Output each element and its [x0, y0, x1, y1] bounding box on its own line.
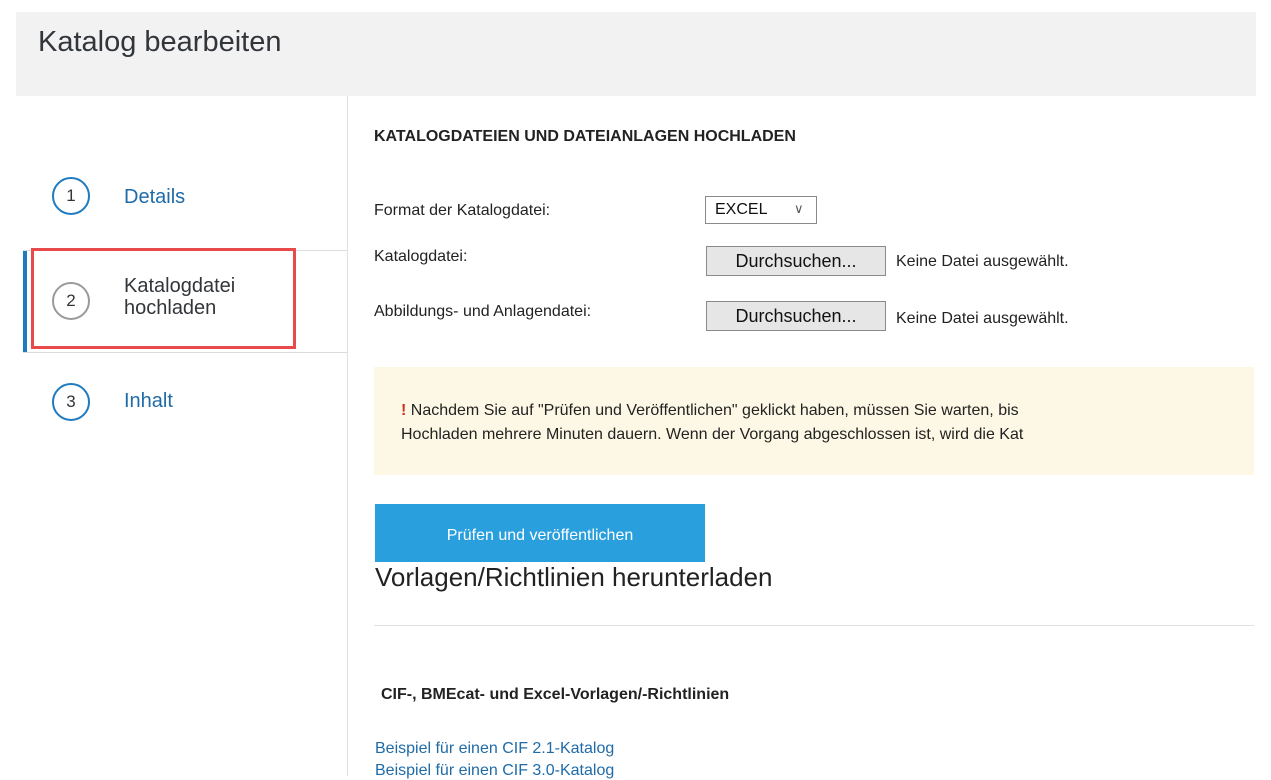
- chevron-down-icon: ∨: [794, 201, 804, 216]
- notice-line2: Hochladen mehrere Minuten dauern. Wenn d…: [401, 426, 1024, 443]
- attachments-browse-button[interactable]: Durchsuchen...: [706, 301, 886, 331]
- section-divider: [374, 625, 1254, 626]
- page-header: Katalog bearbeiten: [16, 12, 1256, 96]
- info-notice: ! Nachdem Sie auf "Prüfen und Veröffentl…: [374, 367, 1254, 475]
- step-content[interactable]: 3 Inhalt: [23, 352, 347, 452]
- cif21-example-link[interactable]: Beispiel für einen CIF 2.1-Katalog: [375, 740, 614, 758]
- publish-button[interactable]: Prüfen und veröffentlichen: [375, 504, 705, 562]
- catalog-file-label: Katalogdatei:: [374, 248, 468, 265]
- active-step-indicator: [23, 251, 27, 352]
- step-label: Inhalt: [124, 390, 173, 412]
- cif30-example-link[interactable]: Beispiel für einen CIF 3.0-Katalog: [375, 762, 614, 780]
- format-select[interactable]: EXCEL ∨: [705, 196, 817, 224]
- format-selected-value: EXCEL: [715, 201, 768, 218]
- step-number-circle: 3: [52, 383, 90, 421]
- wizard-steps-sidebar: 1 Details 2 Katalogdatei hochladen 3 Inh…: [23, 96, 348, 776]
- page-title: Katalog bearbeiten: [38, 26, 282, 58]
- warning-exclamation-icon: !: [401, 402, 407, 419]
- notice-text: ! Nachdem Sie auf "Prüfen und Veröffentl…: [401, 399, 1254, 447]
- templates-section-title: Vorlagen/Richtlinien herunterladen: [375, 562, 773, 592]
- step-upload-catalog-file[interactable]: 2 Katalogdatei hochladen: [23, 248, 347, 353]
- attachments-file-status: Keine Datei ausgewählt.: [896, 310, 1069, 327]
- highlight-annotation-box: [31, 248, 296, 349]
- format-label: Format der Katalogdatei:: [374, 202, 551, 219]
- catalog-file-status: Keine Datei ausgewählt.: [896, 253, 1069, 270]
- notice-line1: Nachdem Sie auf "Prüfen und Veröffentlic…: [410, 402, 1019, 419]
- step-label: Details: [124, 186, 186, 208]
- catalog-file-browse-button[interactable]: Durchsuchen...: [706, 246, 886, 276]
- main-content: KATALOGDATEIEN UND DATEIANLAGEN HOCHLADE…: [374, 96, 1254, 779]
- step-details[interactable]: 1 Details: [23, 152, 347, 252]
- step-number-circle: 1: [52, 177, 90, 215]
- upload-section-heading: KATALOGDATEIEN UND DATEIANLAGEN HOCHLADE…: [374, 128, 796, 145]
- attachments-label: Abbildungs- und Anlagendatei:: [374, 303, 592, 320]
- templates-subheading: CIF-, BMEcat- und Excel-Vorlagen/-Richtl…: [381, 686, 730, 703]
